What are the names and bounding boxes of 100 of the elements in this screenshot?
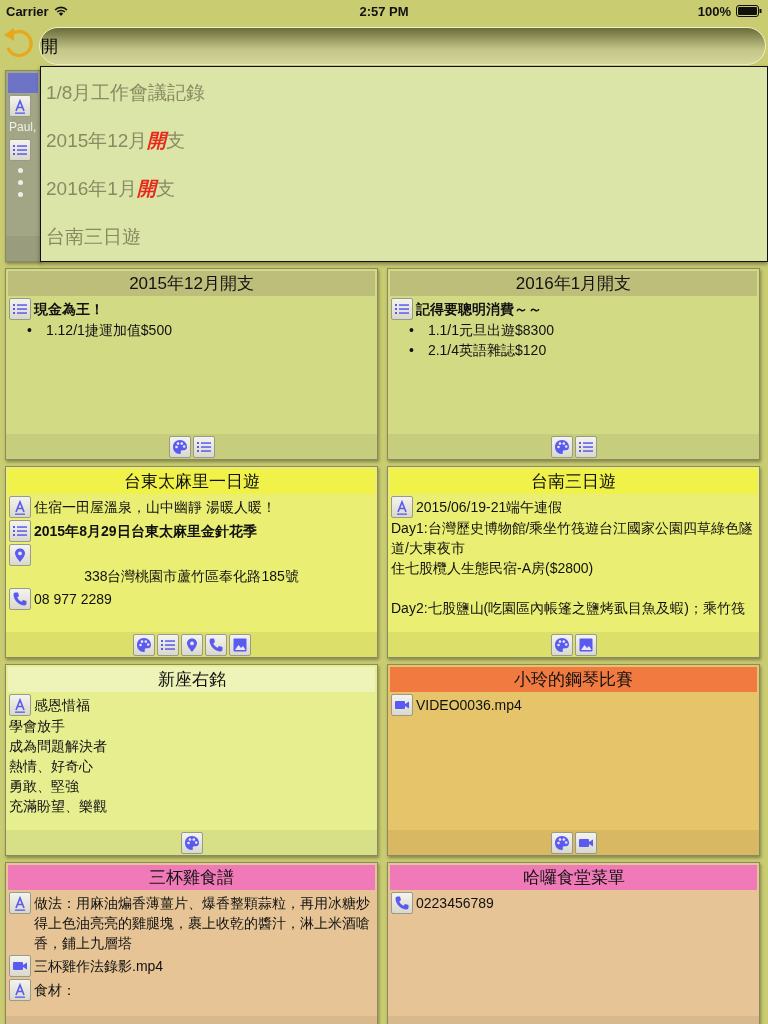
- bullet-dot: [18, 180, 23, 185]
- bullet-marker: •: [409, 321, 414, 340]
- font-icon: [394, 499, 410, 515]
- address-text: 338台灣桃園市蘆竹區奉化路185號: [84, 568, 299, 584]
- bullet-marker: •: [409, 341, 414, 360]
- note-line: 充滿盼望、樂觀: [9, 798, 107, 814]
- list-button[interactable]: [574, 435, 597, 458]
- image-icon: [231, 636, 248, 653]
- list-title: 現金為王！: [34, 300, 105, 319]
- note-text: 住宿一田屋溫泉，山中幽靜 湯暖人暖！: [34, 498, 277, 517]
- note-line: Day2:七股鹽山(吃園區內帳篷之鹽烤虱目魚及蝦)；乘竹筏: [391, 600, 745, 616]
- pin-icon: [12, 547, 28, 563]
- phone-button[interactable]: [391, 892, 413, 914]
- video-camera-button[interactable]: [9, 955, 31, 977]
- video-filename: 三杯雞作法錄影.mp4: [34, 957, 165, 976]
- palette-button[interactable]: [550, 435, 573, 458]
- list-title: 2015年8月29日台東太麻里金針花季: [34, 522, 258, 541]
- palette-icon: [553, 636, 570, 653]
- note-text: 2015/06/19-21端午連假: [416, 498, 564, 517]
- list-icon: [394, 301, 410, 317]
- card-toolbar: [6, 236, 40, 261]
- card-title: 三杯雞食譜: [149, 867, 234, 889]
- note-text: 做法：用麻油煸香薄薑片、爆香整顆蒜粒，再用冰糖炒得上色油亮亮的雞腿塊，裹上收乾的醬汁，淋上米酒嗆香，鋪上九層塔: [34, 894, 371, 953]
- font-button[interactable]: [9, 892, 31, 914]
- note-card[interactable]: 台南三日遊 2015/06/19-21端午連假 Day1:台灣歷史博物館/乘坐竹筏遊台江國家公園四草綠色隧道/大東夜市 住七股欖人生態民宿-A房($2800) Day2:七股鹽山(吃園區內帳篷之鹽烤虱目魚及蝦)；乘竹筏: [388, 467, 759, 657]
- font-button[interactable]: [9, 694, 31, 716]
- list-button[interactable]: [192, 435, 215, 458]
- list-item: 2.1/4英語雜誌$120: [427, 341, 547, 360]
- font-button[interactable]: [391, 496, 413, 518]
- image-button[interactable]: [574, 633, 597, 656]
- note-card[interactable]: 2016年1月開支 記得要聰明消費～～ • 1.1/1元旦出遊$8300 • 2.1/4英語雜誌$120: [388, 269, 759, 459]
- font-icon: [12, 98, 28, 114]
- phone-icon: [207, 636, 224, 653]
- font-icon: [12, 895, 28, 911]
- palette-icon: [553, 438, 570, 455]
- phone-icon: [12, 591, 28, 607]
- list-button[interactable]: [156, 633, 179, 656]
- card-title: 新座右銘: [157, 669, 226, 691]
- card-title: 台南三日遊: [531, 471, 616, 493]
- note-line: 學會放手: [9, 718, 65, 734]
- phone-button[interactable]: [9, 588, 31, 610]
- video-camera-button[interactable]: [391, 694, 413, 716]
- card-title: 哈囉食堂菜單: [522, 867, 625, 889]
- font-button[interactable]: [9, 979, 31, 1001]
- note-card[interactable]: 小玲的鋼琴比賽 VIDEO0036.mp4: [388, 665, 759, 855]
- note-text: 食材：: [34, 981, 77, 1000]
- note-line: 熱情、好奇心: [9, 758, 93, 774]
- font-button[interactable]: [9, 496, 31, 518]
- note-text: 感恩惜福: [34, 696, 91, 715]
- list-button[interactable]: [9, 520, 31, 542]
- battery-percent: 100%: [697, 3, 731, 19]
- palette-button[interactable]: [168, 435, 191, 458]
- pin-button[interactable]: [180, 633, 203, 656]
- note-card[interactable]: 新座右銘 感恩惜福 學會放手 成為問題解決者 熱情、好奇心 勇敢、堅強 充滿盼望、樂觀: [6, 665, 377, 855]
- list-button[interactable]: [9, 139, 31, 161]
- video-camera-button[interactable]: [574, 831, 597, 854]
- note-card[interactable]: 三杯雞食譜 做法：用麻油煸香薄薑片、爆香整顆蒜粒，再用冰糖炒得上色油亮亮的雞腿塊，裹上收乾的醬汁，淋上米酒嗆香，鋪上九層塔 三杯雞作法錄影.mp4 食材：: [6, 863, 377, 1024]
- palette-button[interactable]: [180, 831, 203, 854]
- palette-icon: [171, 438, 188, 455]
- card-title: 2016年1月開支: [515, 273, 632, 295]
- list-title: 記得要聰明消費～～: [416, 300, 543, 319]
- card-title: 台東太麻里一日遊: [123, 471, 260, 493]
- note-line: Day1:台灣歷史博物館/乘坐竹筏遊台江國家公園四草綠色隧道/大東夜市: [391, 520, 754, 556]
- font-button[interactable]: [9, 95, 31, 117]
- list-icon: [12, 301, 28, 317]
- pin-button[interactable]: [9, 544, 31, 566]
- search-field[interactable]: 開: [39, 27, 766, 65]
- list-item: 1.1/1元旦出遊$8300: [427, 321, 554, 340]
- note-card[interactable]: 台東太麻里一日遊 住宿一田屋溫泉，山中幽靜 湯暖人暖！ 2015年8月29日台東太麻里金針花季 338台灣桃園市蘆竹區奉化路185號 08 977 2289: [6, 467, 377, 657]
- image-icon: [577, 636, 594, 653]
- phone-icon: [394, 895, 410, 911]
- clock-time: 2:57 PM: [359, 3, 409, 19]
- note-card[interactable]: 哈囉食堂菜單 0223456789: [388, 863, 759, 1024]
- list-icon: [12, 523, 28, 539]
- palette-icon: [135, 636, 152, 653]
- phone-button[interactable]: [204, 633, 227, 656]
- palette-icon: [183, 834, 200, 851]
- bullet-marker: •: [27, 321, 32, 340]
- palette-button[interactable]: [550, 831, 573, 854]
- list-button[interactable]: [391, 298, 413, 320]
- bullet-dot: [18, 168, 23, 173]
- phone-number: 0223456789: [416, 894, 495, 913]
- note-line: Paul,: [9, 120, 37, 134]
- palette-icon: [553, 834, 570, 851]
- palette-button[interactable]: [550, 633, 573, 656]
- font-icon: [12, 697, 28, 713]
- battery-icon: [736, 5, 762, 17]
- note-card[interactable]: 2015年12月開支 現金為王！ • 1.12/1捷運加值$500: [6, 269, 377, 459]
- carrier-label: Carrier: [6, 3, 49, 19]
- list-item: 1.12/1捷運加值$500: [45, 321, 172, 340]
- note-line: 勇敢、堅強: [9, 778, 79, 794]
- palette-button[interactable]: [132, 633, 155, 656]
- list-icon: [12, 142, 28, 158]
- wifi-icon: [53, 5, 68, 17]
- font-icon: [12, 499, 28, 515]
- bullet-dot: [18, 192, 23, 197]
- note-line: 成為問題解決者: [9, 738, 107, 754]
- phone-number: 08 977 2289: [34, 590, 113, 609]
- list-button[interactable]: [9, 298, 31, 320]
- image-button[interactable]: [228, 633, 251, 656]
